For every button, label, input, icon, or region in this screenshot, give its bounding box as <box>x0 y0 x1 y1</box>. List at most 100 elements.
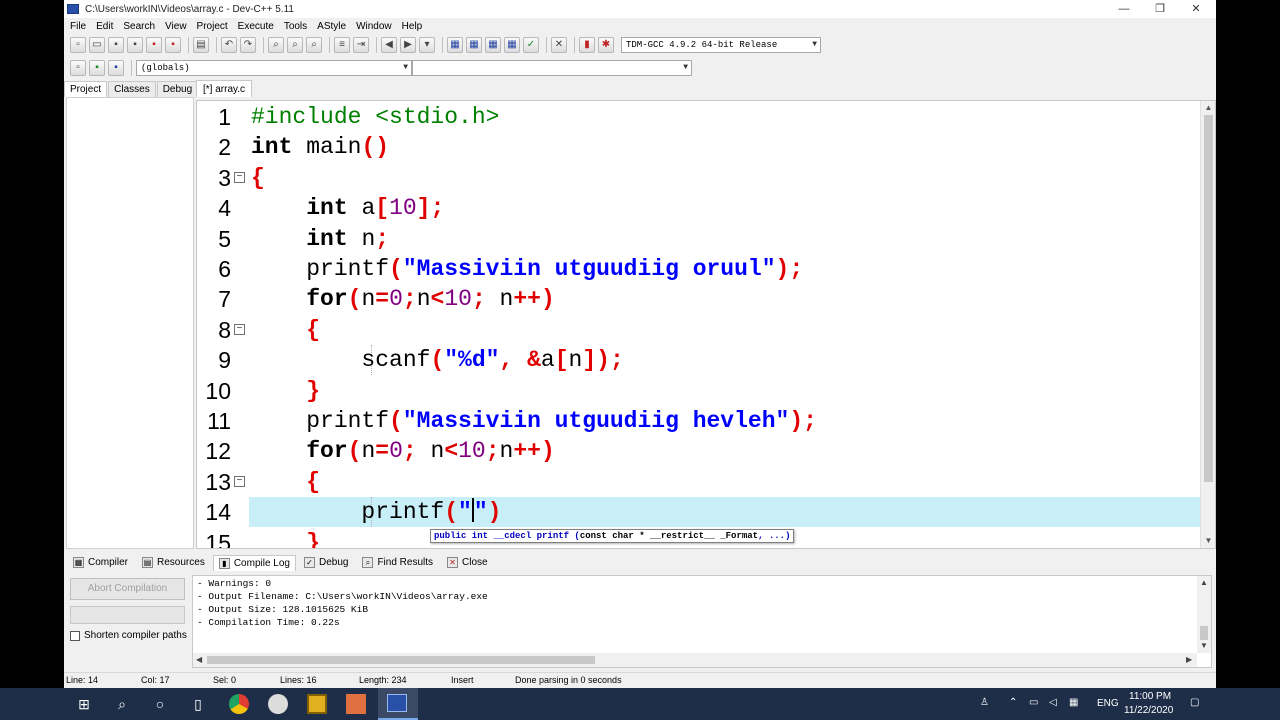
menu-edit[interactable]: Edit <box>92 21 119 32</box>
forward-icon[interactable]: ▶ <box>400 37 416 53</box>
code-line[interactable]: 9 scanf("%d", &a[n]); <box>197 345 1200 376</box>
scroll-up-icon[interactable]: ▲ <box>1200 578 1208 587</box>
goto-bookmark-icon[interactable]: ▪ <box>108 60 124 76</box>
task-view-icon[interactable]: ▯ <box>188 694 208 714</box>
code-line[interactable]: 5 int n; <box>197 223 1200 254</box>
notifications-icon[interactable]: ▢ <box>1190 697 1199 708</box>
code-line[interactable]: 3−{ <box>197 162 1200 193</box>
stop-execution-icon[interactable]: ✕ <box>551 37 567 53</box>
keyboard-icon[interactable]: ▦ <box>1069 697 1078 708</box>
save-icon[interactable]: ▪ <box>108 37 124 53</box>
cortana-icon[interactable]: ○ <box>150 694 170 714</box>
menu-help[interactable]: Help <box>398 21 429 32</box>
scroll-thumb[interactable] <box>1200 626 1208 640</box>
volume-icon[interactable]: ◁ <box>1049 697 1057 708</box>
shorten-paths-option[interactable]: Shorten compiler paths <box>70 630 187 641</box>
editor-tab-array-c[interactable]: [*] array.c <box>196 80 253 97</box>
tab-resources[interactable]: ▤ Resources <box>136 554 211 571</box>
tab-debug-bottom[interactable]: ✓ Debug <box>298 554 354 571</box>
chevron-up-icon[interactable]: ⌃ <box>1009 697 1017 708</box>
function-select[interactable]: ▼ <box>412 60 692 76</box>
close-all-icon[interactable]: ▪ <box>165 37 181 53</box>
scroll-thumb[interactable] <box>207 656 595 664</box>
find-next-icon[interactable]: ⌕ <box>306 37 322 53</box>
tab-project[interactable]: Project <box>64 81 108 97</box>
back-icon[interactable]: ◀ <box>381 37 397 53</box>
code-line[interactable]: 12 for(n=0; n<10;n++) <box>197 436 1200 467</box>
scroll-down-icon[interactable]: ▼ <box>1200 641 1208 650</box>
menu-search[interactable]: Search <box>119 21 161 32</box>
code-line[interactable]: 11 printf("Massiviin utguudiig hevleh"); <box>197 406 1200 436</box>
menu-execute[interactable]: Execute <box>234 21 280 32</box>
code-line[interactable]: 10 } <box>197 375 1200 406</box>
shorten-paths-checkbox[interactable] <box>70 630 80 641</box>
menu-file[interactable]: File <box>66 21 92 32</box>
code-line[interactable]: 8− { <box>197 314 1200 345</box>
network-icon[interactable]: ▭ <box>1029 697 1038 708</box>
devcpp-taskbar-button[interactable] <box>378 688 418 720</box>
restore-button[interactable]: ❐ <box>1142 0 1178 18</box>
code-line[interactable]: 6 printf("Massiviin utguudiig oruul"); <box>197 254 1200 284</box>
people-icon[interactable]: ♙ <box>980 697 989 708</box>
indent-icon[interactable]: ⇥ <box>353 37 369 53</box>
language-indicator[interactable]: ENG <box>1097 698 1119 709</box>
tab-classes[interactable]: Classes <box>108 81 156 97</box>
menu-project[interactable]: Project <box>193 21 234 32</box>
insert-icon[interactable]: ▫ <box>70 60 86 76</box>
save-all-icon[interactable]: ▪ <box>127 37 143 53</box>
scroll-thumb[interactable] <box>1204 115 1213 482</box>
find-icon[interactable]: ⌕ <box>268 37 284 53</box>
toggle-bookmark-icon[interactable]: ▪ <box>89 60 105 76</box>
fold-collapse-icon[interactable]: − <box>234 323 245 335</box>
scroll-left-icon[interactable]: ◀ <box>196 655 202 664</box>
goto-line-icon[interactable]: ≡ <box>334 37 350 53</box>
title-bar[interactable]: C:\Users\workIN\Videos\array.c - Dev-C++… <box>64 0 1216 18</box>
tab-compiler[interactable]: ▦ Compiler <box>67 554 134 571</box>
editor-vertical-scrollbar[interactable]: ▲ ▼ <box>1200 101 1215 548</box>
windows-start-icon[interactable]: ⊞ <box>74 694 94 714</box>
close-file-icon[interactable]: ▪ <box>146 37 162 53</box>
undo-icon[interactable]: ↶ <box>221 37 237 53</box>
compile-run-icon[interactable]: ▦ <box>485 37 501 53</box>
rebuild-all-icon[interactable]: ▦ <box>504 37 520 53</box>
project-panel[interactable] <box>66 97 194 549</box>
print-icon[interactable]: ▤ <box>193 37 209 53</box>
compile-icon[interactable]: ▦ <box>447 37 463 53</box>
log-vertical-scrollbar[interactable]: ▲ ▼ <box>1197 576 1211 653</box>
clock-date[interactable]: 11/22/2020 <box>1124 705 1173 716</box>
scroll-up-icon[interactable]: ▲ <box>1201 101 1215 115</box>
menu-window[interactable]: Window <box>352 21 398 32</box>
search-icon[interactable]: ⌕ <box>112 694 132 714</box>
redo-icon[interactable]: ↷ <box>240 37 256 53</box>
compile-log-output[interactable]: - Warnings: 0 - Output Filename: C:\User… <box>192 575 1212 668</box>
chrome-icon[interactable] <box>229 694 249 714</box>
code-line[interactable]: 13− { <box>197 466 1200 497</box>
tab-close[interactable]: ✕ Close <box>441 554 494 571</box>
scroll-right-icon[interactable]: ▶ <box>1186 655 1192 664</box>
menu-astyle[interactable]: AStyle <box>313 21 352 32</box>
clock-time[interactable]: 11:00 PM <box>1129 691 1171 702</box>
app-icon[interactable] <box>268 694 288 714</box>
code-line[interactable]: 4 int a[10]; <box>197 193 1200 224</box>
minimize-button[interactable]: — <box>1106 0 1142 18</box>
profile-chart-icon[interactable]: ▮ <box>579 37 595 53</box>
close-window-button[interactable]: ✕ <box>1178 0 1214 18</box>
tab-compile-log[interactable]: ▮ Compile Log <box>212 554 296 571</box>
scope-select[interactable]: (globals) ▼ <box>136 60 412 76</box>
bookmark-icon[interactable]: ▾ <box>419 37 435 53</box>
new-file-icon[interactable]: ▫ <box>70 37 86 53</box>
tab-debug[interactable]: Debug <box>156 81 199 97</box>
code-line[interactable]: 1 #include <stdio.h> <box>197 102 1200 132</box>
open-file-icon[interactable]: ▭ <box>89 37 105 53</box>
scroll-down-icon[interactable]: ▼ <box>1201 534 1215 548</box>
file-explorer-icon[interactable] <box>307 694 327 714</box>
replace-icon[interactable]: ⌕ <box>287 37 303 53</box>
tab-find-results[interactable]: ⌕ Find Results <box>356 554 439 571</box>
menu-tools[interactable]: Tools <box>280 21 313 32</box>
fold-collapse-icon[interactable]: − <box>234 171 245 183</box>
fold-collapse-icon[interactable]: − <box>234 475 245 487</box>
menu-view[interactable]: View <box>161 21 193 32</box>
code-line[interactable]: 14 printf("") <box>197 497 1200 528</box>
debug-icon[interactable]: ✱ <box>598 37 614 53</box>
code-line[interactable]: 7 for(n=0;n<10; n++) <box>197 284 1200 315</box>
